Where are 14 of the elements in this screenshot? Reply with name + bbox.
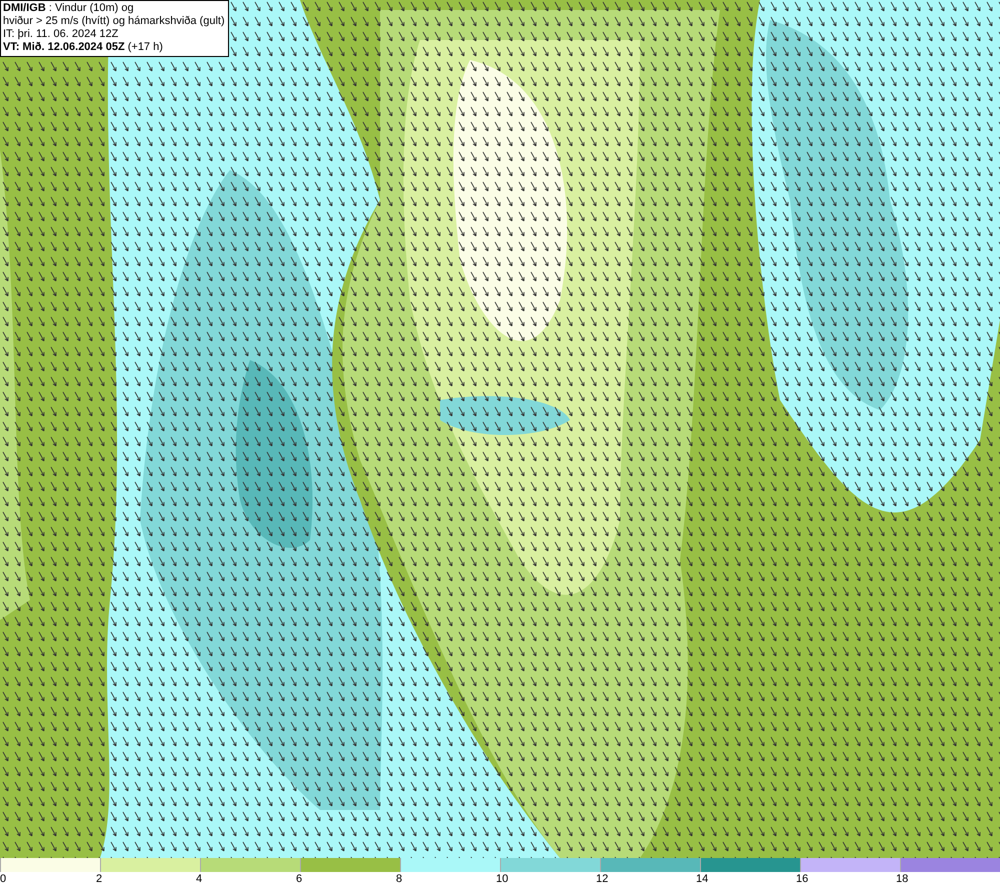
legend-label: 2 [96, 872, 102, 886]
legend-label: 6 [296, 872, 302, 886]
title-line: hviður > 25 m/s (hvítt) og hámarkshviða (gult) [3, 15, 225, 28]
legend-label: 18 [896, 872, 908, 886]
legend-label: 16 [796, 872, 808, 886]
legend-label: 10 [496, 872, 508, 886]
title-line: IT: þri. 11. 06. 2024 12Z [3, 28, 120, 41]
legend-label: 8 [396, 872, 402, 886]
legend-label: 0 [0, 872, 6, 886]
legend-label: 14 [696, 872, 708, 886]
legend-label: 4 [196, 872, 202, 886]
title-line: VT: Mið. 12.06.2024 05Z (+17 h) [3, 41, 164, 54]
title-line: DMI/IGB : Vindur (10m) og [3, 2, 135, 15]
legend-label: 12 [596, 872, 608, 886]
